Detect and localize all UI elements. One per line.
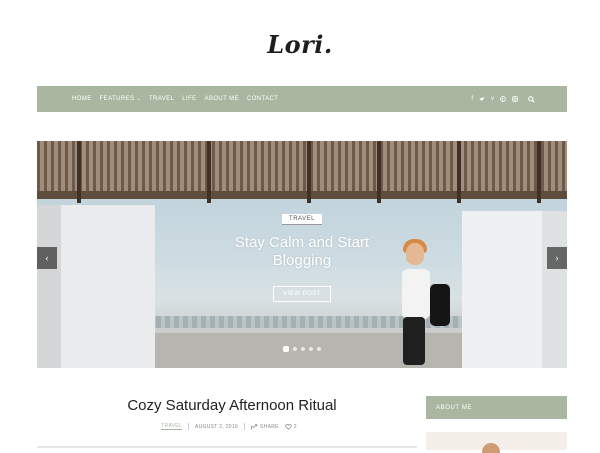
slider-next-button[interactable]: ›	[547, 247, 567, 269]
slider-dot[interactable]	[293, 347, 297, 351]
share-button[interactable]: SHARE	[251, 424, 279, 430]
slider-dot[interactable]	[317, 347, 321, 351]
nav-item-travel[interactable]: TRAVEL	[149, 96, 174, 102]
chevron-left-icon: ‹	[45, 253, 49, 263]
post-title[interactable]: Cozy Saturday Afternoon Ritual	[37, 397, 427, 414]
pergola-post	[77, 141, 81, 203]
search-icon[interactable]	[528, 95, 535, 103]
share-label: SHARE	[260, 423, 279, 430]
nav-item-life[interactable]: LIFE	[182, 96, 196, 102]
site-logo[interactable]: Lori.	[0, 30, 600, 59]
facebook-icon[interactable]: f	[471, 96, 473, 102]
nav-item-contact[interactable]: CONTACT	[247, 96, 278, 102]
nav-item-label: LIFE	[182, 96, 197, 102]
meta-divider	[188, 423, 190, 430]
featured-slider[interactable]: TRAVEL Stay Calm and Start Blogging VIEW…	[37, 141, 567, 368]
pinterest-icon[interactable]	[500, 96, 506, 102]
instagram-icon[interactable]	[512, 96, 518, 102]
social-icons: f v	[465, 86, 535, 112]
pergola-post	[377, 141, 381, 203]
vimeo-icon[interactable]: v	[491, 96, 494, 102]
pergola-post	[307, 141, 311, 203]
nav-item-home[interactable]: HOME	[72, 96, 92, 102]
slide-caption: TRAVEL Stay Calm and Start Blogging VIEW…	[37, 207, 567, 302]
main-navigation: HOME FEATURES ⌄ TRAVEL LIFE ABOUT ME CONT…	[37, 86, 567, 112]
nav-item-label: CONTACT	[246, 96, 279, 102]
heart-icon	[285, 423, 292, 430]
slide-title[interactable]: Stay Calm and Start Blogging	[37, 234, 567, 270]
twitter-icon[interactable]	[479, 96, 485, 102]
chevron-right-icon: ›	[555, 253, 559, 263]
like-button[interactable]: 2	[285, 424, 297, 430]
pergola-post	[537, 141, 541, 203]
nav-item-label: FEATURES	[99, 96, 135, 102]
share-icon	[251, 423, 258, 429]
post-meta: TRAVEL AUGUST 2, 2016 SHARE 2	[37, 423, 427, 430]
chevron-down-icon: ⌄	[136, 96, 141, 102]
widget-title: ABOUT ME	[436, 404, 473, 411]
slide-title-line: Stay Calm and Start	[234, 234, 370, 251]
nav-item-label: TRAVEL	[148, 96, 175, 102]
view-post-button[interactable]: VIEW POST	[273, 286, 331, 302]
pergola-beam	[37, 191, 567, 199]
nav-item-about-me[interactable]: ABOUT ME	[205, 96, 239, 102]
slide-title-line: Blogging	[272, 252, 332, 269]
slide-category-badge[interactable]: TRAVEL	[282, 214, 322, 225]
slider-dot[interactable]	[301, 347, 305, 351]
pergola-post	[457, 141, 461, 203]
woman-legs	[403, 317, 425, 365]
slider-dots	[37, 346, 567, 352]
post-date: AUGUST 2, 2016	[195, 423, 239, 430]
nav-menu: HOME FEATURES ⌄ TRAVEL LIFE ABOUT ME CONT…	[72, 86, 286, 112]
pergola-roof	[37, 141, 567, 196]
like-count: 2	[293, 423, 297, 430]
slider-dot-active[interactable]	[283, 346, 289, 352]
about-me-widget-header: ABOUT ME	[426, 396, 567, 419]
post-category-link[interactable]: TRAVEL	[161, 423, 183, 430]
nav-item-label: ABOUT ME	[204, 96, 239, 102]
post-image-edge	[37, 446, 417, 448]
nav-item-features[interactable]: FEATURES ⌄	[100, 96, 141, 102]
nav-item-label: HOME	[72, 96, 92, 102]
slider-prev-button[interactable]: ‹	[37, 247, 57, 269]
slider-dot[interactable]	[309, 347, 313, 351]
pergola-post	[207, 141, 211, 203]
meta-divider	[244, 423, 246, 430]
